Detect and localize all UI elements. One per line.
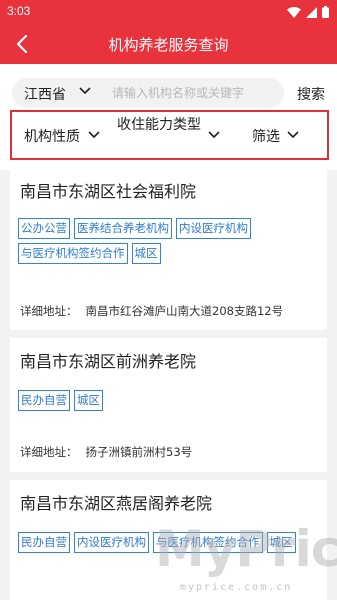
- institution-card[interactable]: 南昌市东湖区社会福利院 公办公营 医养结合养老机构 内设医疗机构 与医疗机构签约…: [10, 168, 327, 330]
- tag: 内设医疗机构: [74, 532, 149, 553]
- institution-address: 详细地址： 扬子洲镇前洲村53号: [20, 444, 192, 460]
- search-bar: 江西省: [12, 78, 284, 108]
- watermark-url: myprice.com.cn: [180, 582, 293, 593]
- address-value: 南昌市红谷滩庐山南大道208支路12号: [85, 304, 284, 318]
- tag: 城区: [131, 243, 161, 264]
- tag: 与医疗机构签约合作: [18, 243, 128, 264]
- address-value: 扬子洲镇前洲村53号: [85, 445, 193, 459]
- search-button[interactable]: 搜索: [297, 84, 325, 104]
- filter-more[interactable]: 筛选: [252, 126, 280, 146]
- app-bar: 机构养老服务查询: [0, 24, 337, 64]
- province-select[interactable]: 江西省: [24, 84, 66, 104]
- tag: 民办自营: [18, 532, 70, 553]
- chevron-down-icon[interactable]: [208, 131, 220, 139]
- status-time: 3:03: [7, 4, 31, 18]
- tag: 医养结合养老机构: [74, 218, 172, 239]
- institution-card[interactable]: 南昌市东湖区前洲养老院 民办自营 城区 详细地址： 扬子洲镇前洲村53号: [10, 338, 327, 472]
- address-label: 详细地址：: [20, 304, 78, 318]
- signal-icon: [306, 6, 317, 18]
- institution-name: 南昌市东湖区燕居阁养老院: [20, 494, 213, 513]
- filter-institution-nature[interactable]: 机构性质: [24, 126, 80, 146]
- institution-address: 详细地址： 南昌市红谷滩庐山南大道208支路12号: [20, 303, 283, 319]
- institution-name: 南昌市东湖区社会福利院: [20, 182, 197, 201]
- tag-list: 公办公营 医养结合养老机构 内设医疗机构 与医疗机构签约合作 城区: [18, 218, 323, 264]
- tag: 内设医疗机构: [176, 218, 251, 239]
- tag: 公办公营: [18, 218, 70, 239]
- wifi-icon: [287, 6, 301, 18]
- status-bar: 3:03: [0, 0, 337, 24]
- battery-icon: [322, 6, 329, 18]
- tag: 民办自营: [18, 390, 70, 411]
- address-label: 详细地址：: [20, 445, 78, 459]
- search-input[interactable]: [112, 82, 278, 104]
- status-icons: [287, 5, 329, 19]
- watermark-logo: MyPrice: [155, 520, 337, 578]
- filter-capacity-type[interactable]: 收住能力类型: [117, 116, 209, 135]
- chevron-down-icon[interactable]: [287, 131, 299, 139]
- tag-list: 民办自营 城区: [18, 390, 323, 411]
- chevron-down-icon[interactable]: [88, 131, 100, 139]
- page-title: 机构养老服务查询: [108, 36, 229, 54]
- tag: 城区: [74, 390, 103, 411]
- filter-bar: 机构性质 收住能力类型 筛选: [10, 110, 329, 160]
- institution-name: 南昌市东湖区前洲养老院: [20, 352, 197, 371]
- chevron-down-icon[interactable]: [79, 87, 91, 95]
